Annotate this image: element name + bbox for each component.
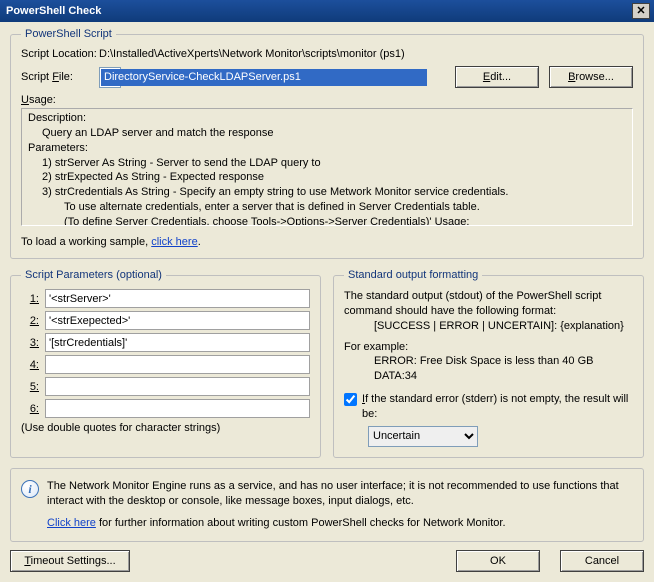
stdout-example: ERROR: Free Disk Space is less than 40 G… [344, 354, 633, 384]
cancel-button[interactable]: Cancel [560, 550, 644, 572]
info-note: i The Network Monitor Engine runs as a s… [10, 468, 644, 543]
usage-desc-heading: Description: [28, 111, 626, 126]
script-file-select[interactable] [99, 67, 121, 88]
script-parameters-group: Script Parameters (optional) 1: 2: 3: 4:… [10, 269, 321, 458]
note-line2: for further information about writing cu… [96, 517, 506, 529]
powershell-script-group: PowerShell Script Script Location: D:\In… [10, 28, 644, 259]
usage-param-2: 2) strExpected As String - Expected resp… [28, 170, 626, 185]
script-file-label: Script File: [21, 71, 99, 83]
edit-button[interactable]: Edit... [455, 66, 539, 88]
timeout-settings-button[interactable]: Timeout Settings... [10, 550, 130, 572]
info-icon: i [21, 480, 39, 498]
usage-param-3: 3) strCredentials As String - Specify an… [28, 185, 626, 200]
stdout-format: [SUCCESS | ERROR | UNCERTAIN]: {explanat… [344, 319, 633, 334]
sample-hint: To load a working sample, click here. [21, 236, 633, 248]
stdout-line1: The standard output (stdout) of the Powe… [344, 289, 633, 319]
script-location-value: D:\Installed\ActiveXperts\Network Monito… [99, 48, 633, 60]
usage-param-1: 1) strServer As String - Server to send … [28, 156, 626, 171]
window-title: PowerShell Check [4, 5, 632, 17]
stdout-example-label: For example: [344, 340, 633, 355]
stdout-format-group: Standard output formatting The standard … [333, 269, 644, 458]
param-input-4[interactable] [45, 355, 310, 374]
script-location-label: Script Location: [21, 48, 99, 60]
param-hint: (Use double quotes for character strings… [21, 422, 310, 434]
group-legend-script: PowerShell Script [21, 28, 116, 40]
stderr-result-select[interactable]: Uncertain [368, 426, 478, 447]
param-input-2[interactable] [45, 311, 310, 330]
usage-param-3a: To use alternate credentials, enter a se… [28, 200, 626, 215]
group-legend-stdout: Standard output formatting [344, 269, 482, 281]
usage-params-heading: Parameters: [28, 141, 626, 156]
usage-textbox[interactable]: Description: Query an LDAP server and ma… [21, 108, 633, 226]
load-sample-link[interactable]: click here [151, 236, 197, 248]
script-file-value: DirectoryService-CheckLDAPServer.ps1 [101, 69, 427, 86]
group-legend-params: Script Parameters (optional) [21, 269, 166, 281]
note-link[interactable]: Click here [47, 517, 96, 529]
param-input-3[interactable] [45, 333, 310, 352]
param-input-5[interactable] [45, 377, 310, 396]
close-button[interactable]: ✕ [632, 3, 650, 19]
stderr-label: If the standard error (stderr) is not em… [362, 392, 633, 422]
param-input-6[interactable] [45, 399, 310, 418]
param-input-1[interactable] [45, 289, 310, 308]
usage-desc-line: Query an LDAP server and match the respo… [28, 126, 626, 141]
titlebar: PowerShell Check ✕ [0, 0, 654, 22]
usage-label: Usage: [21, 94, 56, 106]
ok-button[interactable]: OK [456, 550, 540, 572]
browse-button[interactable]: Browse... [549, 66, 633, 88]
note-line1: The Network Monitor Engine runs as a ser… [47, 479, 633, 509]
usage-param-3b: (To define Server Credentials, choose To… [28, 215, 626, 226]
stderr-checkbox[interactable] [344, 393, 357, 406]
